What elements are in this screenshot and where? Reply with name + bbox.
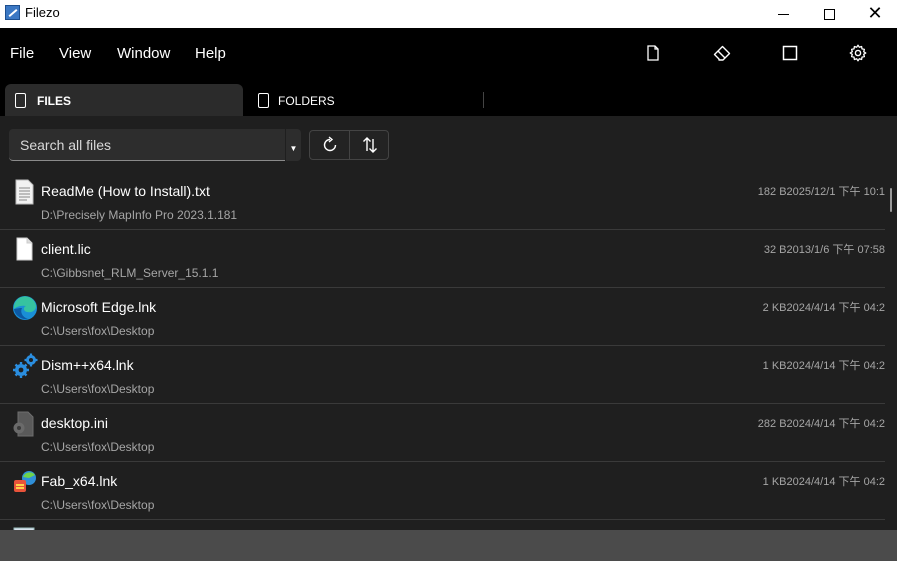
status-bar	[0, 530, 897, 561]
menu-window[interactable]: Window	[117, 45, 170, 62]
refresh-icon	[323, 136, 336, 152]
close-button[interactable]: ✕	[852, 0, 897, 28]
file-path: C:\Gibbsnet_RLM_Server_15.1.1	[41, 266, 219, 280]
file-meta: 1 KB2024/4/14 下午 04:2	[740, 473, 885, 489]
list-item[interactable]: client.lic C:\Gibbsnet_RLM_Server_15.1.1…	[0, 230, 885, 288]
file-meta: 32 B2013/1/6 下午 07:58	[740, 241, 885, 257]
list-item[interactable]: desktop.ini C:\Users\fox\Desktop 282 B20…	[0, 404, 885, 462]
action-button-group	[309, 130, 389, 160]
file-meta: 1 KB2024/4/14 下午 04:2	[740, 357, 885, 373]
list-item[interactable]: Fab_x64.lnk C:\Users\fox\Desktop 1 KB202…	[0, 462, 885, 520]
file-size: 2 KB	[762, 302, 787, 314]
file-path: C:\Users\fox\Desktop	[41, 382, 155, 396]
text-file-icon	[12, 179, 38, 205]
list-item[interactable]: ReadMe (How to Install).txt D:\Precisely…	[0, 172, 885, 230]
file-size: 32 B	[763, 244, 787, 256]
minimize-button[interactable]	[760, 0, 806, 28]
document-icon[interactable]	[642, 42, 664, 64]
file-path: C:\Users\fox\Desktop	[41, 440, 155, 454]
file-path: C:\Users\fox\Desktop	[41, 324, 155, 338]
file-date: 2024/4/14 下午 04:2	[786, 302, 885, 314]
tab-folders-label: FOLDERS	[278, 94, 335, 108]
file-date: 2013/1/6 下午 07:58	[786, 244, 885, 256]
menu-help[interactable]: Help	[195, 45, 226, 62]
file-size: 1 KB	[762, 360, 787, 372]
file-date: 2024/4/14 下午 04:2	[786, 476, 885, 488]
list-item[interactable]: Microsoft Edge.lnk C:\Users\fox\Desktop …	[0, 288, 885, 346]
file-size: 1 KB	[762, 476, 787, 488]
content-area: ▼ ReadMe (How to Install).txt D:\Precise…	[0, 116, 897, 530]
file-date: 2024/4/14 下午 04:2	[786, 360, 885, 372]
file-name: client.lic	[41, 241, 91, 257]
file-tab-icon	[15, 93, 26, 108]
file-meta: 282 B2024/4/14 下午 04:2	[740, 415, 885, 431]
menu-view[interactable]: View	[59, 45, 91, 62]
sort-button[interactable]	[350, 131, 389, 159]
file-name: Microsoft Edge.lnk	[41, 299, 157, 315]
menu-file[interactable]: File	[10, 45, 34, 62]
eraser-icon[interactable]	[711, 42, 733, 64]
file-date: 2024/4/14 下午 04:2	[786, 418, 885, 430]
maximize-icon	[823, 8, 835, 20]
file-name: Fab_x64.lnk	[41, 473, 118, 489]
file-name: ReadMe (How to Install).txt	[41, 183, 210, 199]
gears-icon	[12, 353, 38, 379]
file-date: 2025/12/1 下午 10:1	[786, 186, 885, 198]
file-list: ReadMe (How to Install).txt D:\Precisely…	[0, 172, 885, 530]
refresh-button[interactable]	[310, 131, 350, 159]
tab-divider	[483, 92, 484, 108]
list-item[interactable]: Dism++x64.lnk C:\Users\fox\Desktop 1 KB2…	[0, 346, 885, 404]
file-path: C:\Users\fox\Desktop	[41, 498, 155, 512]
window-title: Filezo	[25, 5, 60, 20]
tab-files[interactable]: FILES	[5, 84, 243, 116]
blank-file-icon	[12, 237, 38, 263]
maximize-button[interactable]	[806, 0, 852, 28]
file-name: desktop.ini	[41, 415, 108, 431]
tab-files-label: FILES	[37, 94, 72, 108]
tab-folders[interactable]: FOLDERS	[248, 84, 484, 116]
search-input[interactable]	[9, 129, 285, 160]
edge-icon	[12, 295, 38, 321]
file-name: Dism++x64.lnk	[41, 357, 134, 373]
file-size: 182 B	[757, 186, 787, 198]
app-logo-icon	[5, 5, 20, 20]
sort-icon	[362, 137, 377, 153]
square-icon[interactable]	[779, 42, 801, 64]
chevron-down-icon: ▼	[289, 143, 298, 153]
settings-file-icon	[12, 411, 38, 437]
file-size: 282 B	[757, 418, 787, 430]
folder-tab-icon	[258, 93, 269, 108]
scrollbar-thumb[interactable]	[890, 188, 892, 212]
title-bar: Filezo ✕	[0, 0, 897, 28]
search-dropdown-button[interactable]: ▼	[286, 129, 301, 161]
fab-icon	[12, 469, 38, 495]
file-path: D:\Precisely MapInfo Pro 2023.1.181	[41, 208, 238, 222]
gear-icon[interactable]	[847, 42, 869, 64]
close-icon: ✕	[867, 3, 883, 24]
list-item[interactable]	[0, 520, 885, 530]
menu-bar: File View Window Help	[0, 28, 897, 78]
search-container	[9, 129, 285, 161]
minimize-icon	[777, 13, 789, 15]
file-meta: 182 B2025/12/1 下午 10:1	[740, 183, 885, 199]
file-meta: 2 KB2024/4/14 下午 04:2	[740, 299, 885, 315]
tab-bar: FILES FOLDERS	[0, 78, 897, 116]
